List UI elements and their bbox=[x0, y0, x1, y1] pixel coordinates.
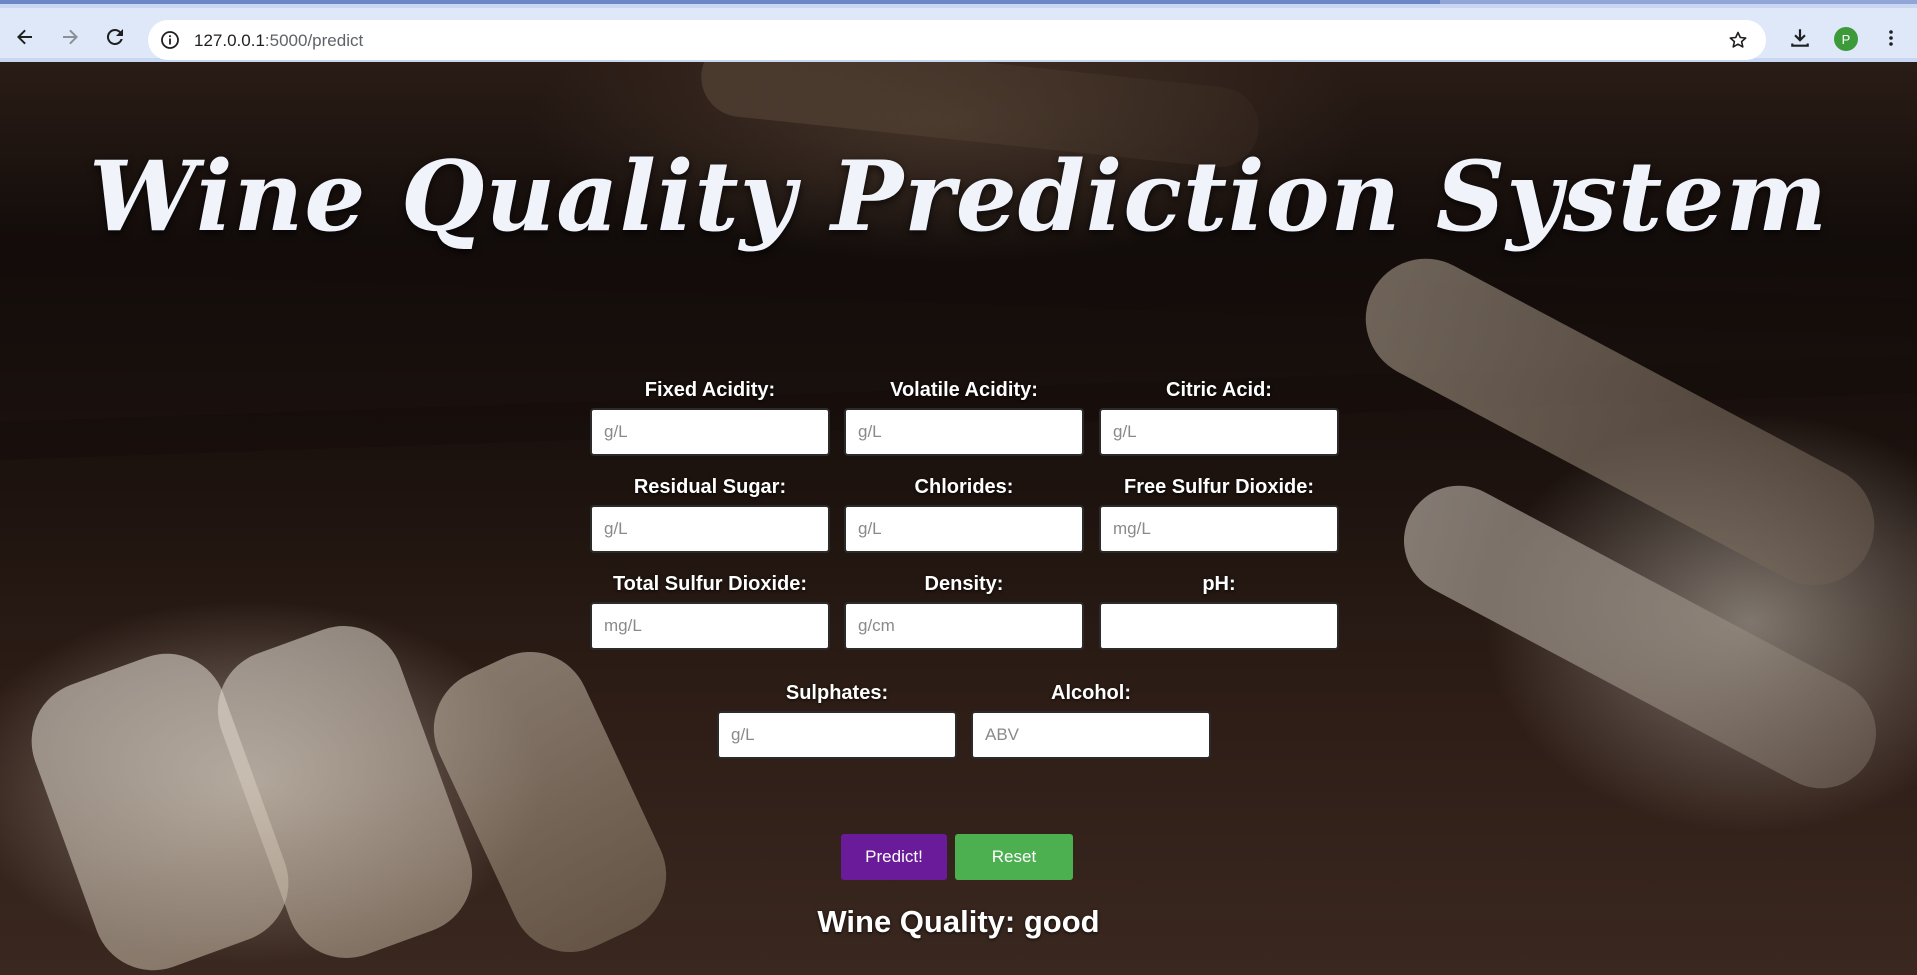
residual-sugar-label: Residual Sugar: bbox=[633, 476, 787, 498]
page-title: Wine Quality Prediction System bbox=[88, 140, 1829, 253]
download-icon[interactable] bbox=[1786, 24, 1814, 52]
density-field: Density: bbox=[844, 572, 1084, 650]
reload-icon[interactable] bbox=[100, 22, 130, 52]
free-sulfur-dioxide-field: Free Sulfur Dioxide: bbox=[1099, 475, 1339, 553]
total-sulfur-dioxide-label: Total Sulfur Dioxide: bbox=[612, 573, 808, 595]
chlorides-input[interactable] bbox=[844, 505, 1084, 553]
citric-acid-input[interactable] bbox=[1099, 408, 1339, 456]
volatile-acidity-field: Volatile Acidity: bbox=[844, 378, 1084, 456]
residual-sugar-field: Residual Sugar: bbox=[590, 475, 830, 553]
chlorides-field: Chlorides: bbox=[844, 475, 1084, 553]
alcohol-input[interactable] bbox=[971, 711, 1211, 759]
tab-strip bbox=[0, 0, 1917, 4]
citric-acid-field: Citric Acid: bbox=[1099, 378, 1339, 456]
page-content: Wine Quality Prediction System Fixed Aci… bbox=[0, 62, 1917, 975]
free-sulfur-dioxide-input[interactable] bbox=[1099, 505, 1339, 553]
avatar-initial: P bbox=[1841, 31, 1851, 47]
kebab-menu-icon[interactable] bbox=[1877, 24, 1905, 52]
url-path: :5000/predict bbox=[264, 31, 364, 50]
sulphates-input[interactable] bbox=[717, 711, 957, 759]
fixed-acidity-field: Fixed Acidity: bbox=[590, 378, 830, 456]
arrow-left-icon[interactable] bbox=[10, 22, 40, 52]
density-input[interactable] bbox=[844, 602, 1084, 650]
density-label: Density: bbox=[924, 573, 1004, 595]
predict-button[interactable]: Predict! bbox=[841, 834, 947, 880]
ph-input[interactable] bbox=[1099, 602, 1339, 650]
fixed-acidity-label: Fixed Acidity: bbox=[644, 379, 776, 401]
avatar[interactable]: P bbox=[1834, 27, 1858, 51]
reset-button[interactable]: Reset bbox=[955, 834, 1073, 880]
fixed-acidity-input[interactable] bbox=[590, 408, 830, 456]
url-text: 127.0.0.1:5000/predict bbox=[194, 31, 363, 51]
alcohol-label: Alcohol: bbox=[1051, 682, 1131, 704]
free-sulfur-dioxide-label: Free Sulfur Dioxide: bbox=[1123, 476, 1315, 498]
info-icon[interactable] bbox=[158, 28, 182, 52]
ph-label: pH: bbox=[1202, 573, 1236, 595]
active-tab-indicator[interactable] bbox=[0, 0, 1440, 4]
alcohol-field: Alcohol: bbox=[971, 681, 1211, 759]
volatile-acidity-label: Volatile Acidity: bbox=[890, 379, 1038, 401]
browser-chrome: 127.0.0.1:5000/predict P bbox=[0, 0, 1917, 62]
total-sulfur-dioxide-input[interactable] bbox=[590, 602, 830, 650]
volatile-acidity-input[interactable] bbox=[844, 408, 1084, 456]
citric-acid-label: Citric Acid: bbox=[1166, 379, 1272, 401]
sulphates-field: Sulphates: bbox=[717, 681, 957, 759]
residual-sugar-input[interactable] bbox=[590, 505, 830, 553]
arrow-right-icon[interactable] bbox=[55, 22, 85, 52]
url-host: 127.0.0.1 bbox=[194, 31, 265, 50]
browser-toolbar: 127.0.0.1:5000/predict P bbox=[0, 8, 1917, 60]
ph-field: pH: bbox=[1099, 572, 1339, 650]
star-icon[interactable] bbox=[1726, 28, 1750, 52]
sulphates-label: Sulphates: bbox=[785, 682, 889, 704]
chlorides-label: Chlorides: bbox=[914, 476, 1014, 498]
address-bar[interactable]: 127.0.0.1:5000/predict bbox=[148, 20, 1766, 60]
total-sulfur-dioxide-field: Total Sulfur Dioxide: bbox=[590, 572, 830, 650]
prediction-result: Wine Quality: good bbox=[817, 904, 1100, 939]
